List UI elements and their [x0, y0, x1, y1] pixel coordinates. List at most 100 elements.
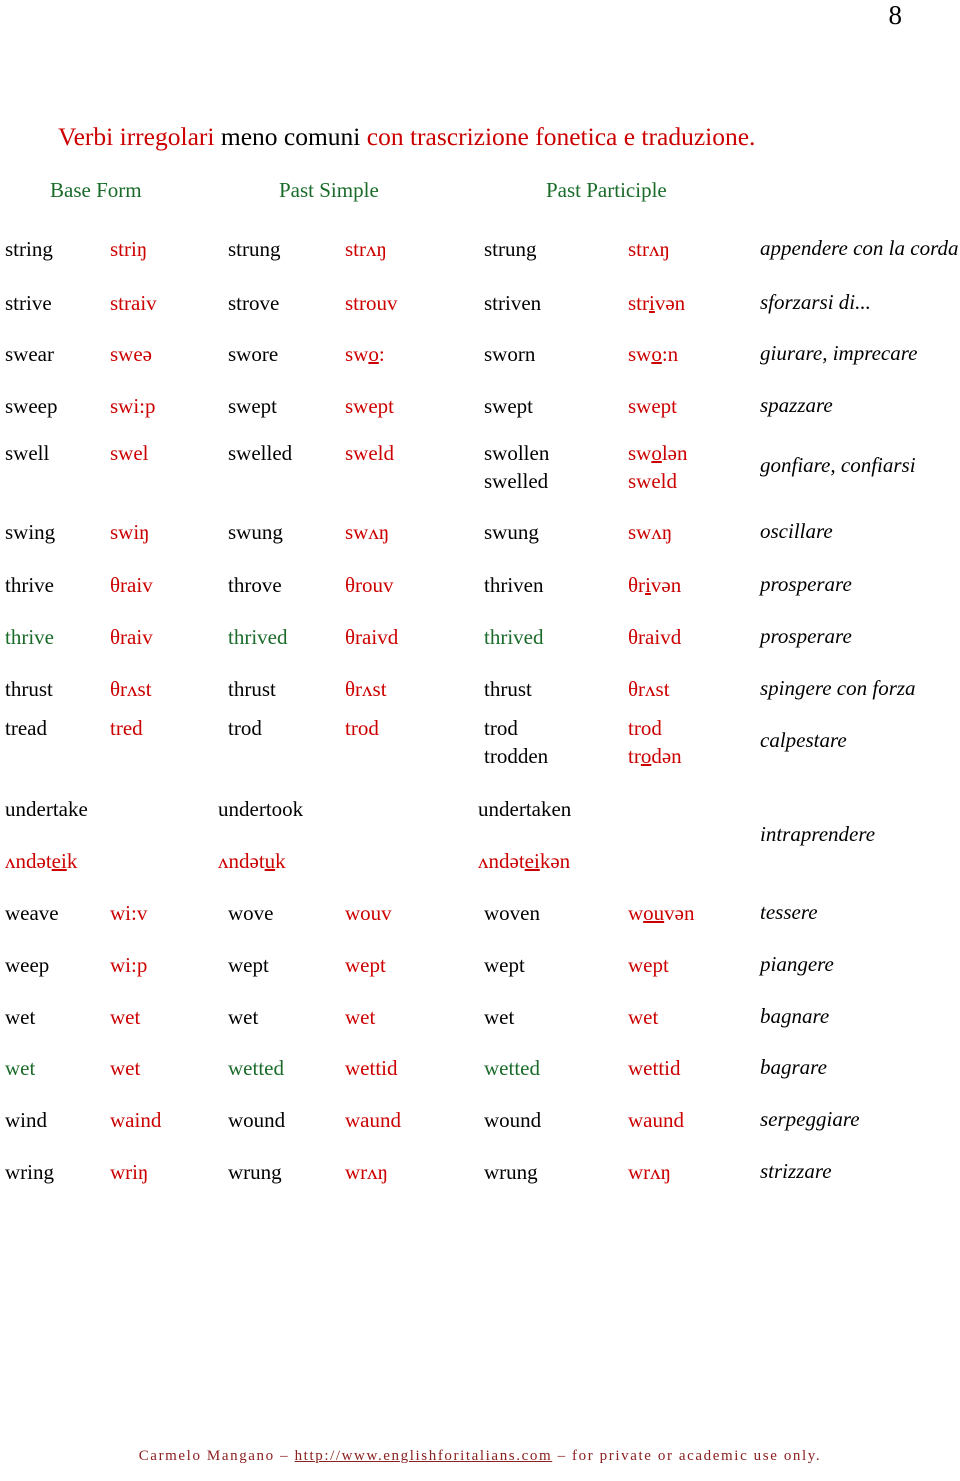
cell-base-phonetic: swel [110, 440, 149, 466]
cell-past-participle-phonetic-line: wettid [628, 1056, 681, 1080]
cell-past-participle: wept [484, 952, 525, 978]
cell-past-simple-line: throve [228, 573, 282, 597]
cell-translation: prosperare [760, 572, 852, 596]
cell-past-simple-phonetic: wet [345, 1004, 375, 1030]
cell-base-form-line: wind [5, 1108, 47, 1132]
title-segment-2: meno comuni [220, 122, 367, 151]
cell-past-participle: wound [484, 1107, 541, 1133]
cell-past-simple-phonetic: swept [345, 393, 394, 419]
cell-base-phonetic-line: ʌndəteik [5, 849, 78, 873]
table-row: tread tred trod trod trod trodden trod trodən ca… [0, 715, 960, 768]
cell-past-participle-line: wept [484, 953, 525, 977]
cell-past-participle-phonetic: wept [628, 952, 669, 978]
cell-past-participle: thrust [484, 676, 532, 702]
cell-base-form: wet [5, 1004, 35, 1030]
cell-past-participle-phonetic-line: wept [628, 953, 669, 977]
cell-past-participle-phonetic-line: ʌndəteikən [478, 849, 571, 873]
cell-base-phonetic: swi:p [110, 393, 156, 419]
cell-past-simple-phonetic-line: swept [345, 394, 394, 418]
cell-base-phonetic-line: striŋ [110, 237, 148, 261]
table-row: strive straiv strove strouv striven strivən sf… [0, 290, 960, 315]
cell-past-participle-line: strung [484, 237, 537, 261]
cell-past-participle-phonetic-line: swept [628, 394, 677, 418]
cell-base-phonetic-line: tred [110, 716, 143, 740]
cell-past-participle: thriven [484, 572, 543, 598]
table-row: swing swiŋ swung swʌŋ swung swʌŋ oscillare [0, 519, 960, 544]
cell-translation: oscillare [760, 519, 833, 543]
cell-past-simple-phonetic-line: swo: [345, 342, 385, 366]
cell-past-simple-phonetic: wrʌŋ [345, 1159, 388, 1185]
cell-past-simple-line: swung [228, 520, 283, 544]
cell-translation: bagrare [760, 1055, 827, 1079]
cell-past-simple-line: swept [228, 394, 277, 418]
cell-base-form: strive [5, 290, 52, 316]
header-past-simple: Past Simple [279, 178, 379, 202]
cell-past-participle-phonetic-line: θrʌst [628, 677, 670, 701]
cell-past-participle-phonetic-line: waund [628, 1108, 684, 1132]
cell-past-simple: wet [228, 1004, 258, 1030]
cell-past-participle: strung [484, 236, 537, 262]
cell-base-form: tread [5, 715, 47, 741]
cell-translation: strizzare [760, 1159, 832, 1183]
cell-base-form: string [5, 236, 53, 262]
cell-past-participle-line: sworn [484, 342, 536, 366]
cell-base-phonetic-line: swi:p [110, 394, 156, 418]
cell-past-simple-phonetic: swo: [345, 341, 385, 367]
table-row: thrust θrʌst thrust θrʌst thrust θrʌst spinger… [0, 676, 960, 701]
cell-base-form: wind [5, 1107, 47, 1133]
cell-past-participle-phonetic-line: strivən [628, 291, 686, 315]
cell-base-form-line: weep [5, 953, 50, 977]
cell-past-participle: undertaken [478, 796, 571, 822]
cell-past-participle-phonetic: wet [628, 1004, 658, 1030]
cell-past-participle-phonetic-line: wet [628, 1005, 659, 1029]
cell-base-form: thrive [5, 624, 54, 650]
cell-past-participle-phonetic: wrʌŋ [628, 1159, 671, 1185]
title-segment-1: Verbi irregolari [58, 122, 221, 151]
cell-past-participle-phonetic-line: strʌŋ [628, 237, 670, 261]
cell-base-form-line: wet [5, 1005, 36, 1029]
cell-past-participle-phonetic: swolən sweld [628, 440, 688, 494]
cell-past-participle-phonetic-line: swʌŋ [628, 520, 673, 544]
cell-past-participle-phonetic-line: wrʌŋ [628, 1160, 672, 1184]
cell-past-simple: thrust [228, 676, 276, 702]
cell-past-simple-phonetic-line: θrʌst [345, 677, 387, 701]
table-row: weave wi:v wove wouv woven wouvən tessere [0, 900, 960, 925]
cell-past-participle: swollen swelled [484, 440, 549, 494]
footer-notice: for private or academic use only. [572, 1448, 822, 1464]
cell-past-simple-phonetic-line: θraivd [345, 625, 399, 649]
cell-past-participle-phonetic: θrʌst [628, 676, 670, 702]
cell-past-participle: trod trodden [484, 715, 548, 769]
cell-base-form: undertake [5, 796, 88, 822]
table-row: string striŋ strung strʌŋ strung strʌŋ appende… [0, 236, 960, 261]
cell-past-participle-line: wetted [484, 1056, 540, 1080]
table-row: thrive θraiv throve θrouv thriven θrivən prosp… [0, 572, 960, 597]
cell-past-participle-line: thriven [484, 573, 544, 597]
cell-past-simple-phonetic: θraivd [345, 624, 398, 650]
cell-base-phonetic-line: wet [110, 1056, 141, 1080]
cell-past-simple-line: wrung [228, 1160, 282, 1184]
footer-url-link[interactable]: http://www.englishforitalians.com [295, 1448, 553, 1464]
cell-past-participle-phonetic-line: wouvən [628, 901, 695, 925]
cell-translation: prosperare [760, 624, 852, 648]
cell-past-simple-phonetic-line: wet [345, 1005, 376, 1029]
table-row: weep wi:p wept wept wept wept piangere [0, 952, 960, 977]
table-row: undertake ʌndəteik undertook ʌndətuk underta… [0, 796, 960, 873]
cell-past-participle-line: undertaken [478, 797, 572, 821]
cell-past-participle-phonetic-line: swo:n [628, 342, 679, 366]
cell-base-form-line: thrive [5, 625, 54, 649]
cell-base-phonetic: wet [110, 1055, 140, 1081]
cell-past-simple-phonetic: wept [345, 952, 386, 978]
cell-past-participle-line: swollen [484, 441, 550, 465]
cell-past-simple-phonetic-line: strʌŋ [345, 237, 387, 261]
cell-past-simple-line: strove [228, 291, 280, 315]
cell-base-phonetic-line: wi:p [110, 953, 148, 977]
cell-translation: sforzarsi di... [760, 290, 871, 314]
cell-past-simple-phonetic: sweld [345, 440, 394, 466]
cell-past-participle-phonetic: θrivən [628, 572, 681, 598]
cell-past-participle-phonetic-line: swolən [628, 441, 688, 465]
cell-base-phonetic-line: swiŋ [110, 520, 150, 544]
cell-past-simple-phonetic: trod [345, 715, 379, 741]
cell-past-participle-phonetic-line: trod [628, 716, 662, 740]
cell-past-simple-phonetic-line: strouv [345, 291, 398, 315]
cell-past-simple: wove [228, 900, 274, 926]
